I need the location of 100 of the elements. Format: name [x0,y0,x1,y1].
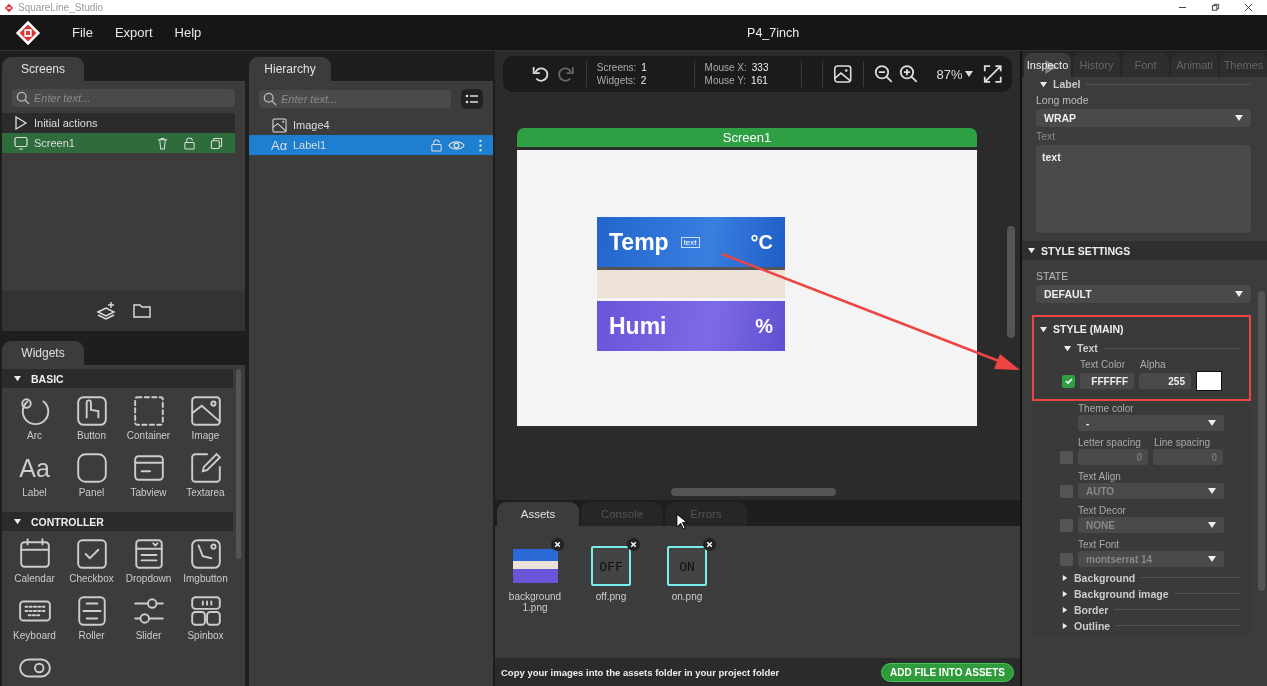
caret-icon [1208,420,1216,426]
widget-button[interactable]: Roller [63,592,120,647]
selected-label[interactable]: text [680,236,700,248]
field-label: Letter spacing [1078,436,1142,448]
alpha-field[interactable]: 255 [1139,373,1191,389]
fullscreen-icon[interactable] [982,63,1002,85]
field-label: Text [1036,130,1057,142]
theme-color-dropdown[interactable]: - [1078,415,1224,431]
widget-button[interactable]: Slider [120,592,177,647]
more-icon[interactable] [478,138,483,152]
widget-button[interactable]: Panel [63,449,120,504]
zoom-in-icon[interactable] [899,63,919,85]
copy-icon[interactable] [210,136,223,150]
banner-unit: °C [750,230,773,254]
stat-label: Widgets: [596,74,636,87]
checkbox[interactable] [1060,518,1073,532]
list-view-button[interactable] [461,89,483,109]
restore-icon[interactable] [1211,3,1220,12]
stat-label: Mouse X: [704,61,747,74]
scrollbar-thumb[interactable] [1007,226,1015,338]
checkbox[interactable] [1060,484,1073,498]
hierarchy-item[interactable]: Image4 [249,115,493,135]
panel-tab[interactable]: Hierarchy [249,57,331,81]
stat-value: 161 [751,74,768,87]
widget-button[interactable]: Tabview [120,449,177,504]
panel-tab[interactable]: Screens [2,57,84,81]
widget-button[interactable]: Calendar [6,535,63,590]
screen-list-item[interactable]: Initial actions [2,113,235,133]
section-header[interactable]: STYLE (MAIN) [1053,323,1124,335]
widget-button[interactable]: Textarea [177,449,233,504]
mouse-cursor-icon [676,513,687,530]
widget-button[interactable]: Aa Label [6,449,63,504]
widget-group-header[interactable]: BASIC [2,369,233,388]
menu-item[interactable]: File [72,25,93,40]
widget-button[interactable]: Dropdown [120,535,177,590]
search-field[interactable]: Enter text... [12,89,235,107]
field-label: Theme color [1078,402,1134,414]
text-field[interactable]: text [1036,145,1251,233]
color-swatch[interactable] [1196,371,1222,391]
caret-down-icon [1040,80,1047,88]
caret-down-icon [1040,325,1047,333]
checkbox[interactable] [1062,374,1075,388]
add-screen-icon[interactable] [95,301,116,321]
textarea-icon [188,451,223,485]
scrollbar-thumb[interactable] [236,369,241,559]
panel-tab[interactable]: Widgets [2,341,84,365]
field-label: Alpha [1140,358,1166,370]
widget-button[interactable]: Button [63,392,120,447]
inspector-tab[interactable]: Inspecto [1024,53,1071,77]
close-icon[interactable] [1244,3,1253,12]
panel-tab[interactable]: Assets [497,502,579,526]
checkbox[interactable] [1060,450,1073,464]
trash-icon[interactable] [156,136,169,150]
assets-hint: Copy your images into the assets folder in your project folder [501,666,780,678]
banner-unit: % [755,314,773,338]
widget-button[interactable]: Image [177,392,233,447]
widget-button[interactable]: Spinbox [177,592,233,647]
image-thumbnail[interactable] [512,549,558,583]
menu-item[interactable]: Export [114,25,153,40]
remove-icon[interactable] [551,538,564,551]
section-title[interactable]: Background [1074,571,1136,584]
image-icon [188,394,223,428]
window-title: SquareLine_Studio [18,2,104,13]
zoom-out-icon[interactable] [873,63,893,85]
field-label: STATE [1036,270,1070,282]
widget-button[interactable]: Checkbox [63,535,120,590]
scrollbar-thumb[interactable] [671,488,836,496]
widget-button[interactable]: Arc [6,392,63,447]
unlock-icon[interactable] [430,138,443,152]
widget-button[interactable]: Imgbutton [177,535,233,590]
screen-list-item[interactable]: Screen1 [2,133,235,153]
section-title[interactable]: Label [1053,78,1081,90]
menu-item[interactable]: Help [174,25,202,40]
remove-icon[interactable] [627,538,640,551]
field-label: Text Align [1078,470,1121,482]
state-dropdown[interactable]: DEFAULT [1036,285,1251,303]
section-title[interactable]: Border [1074,603,1109,616]
add-file-button[interactable]: ADD FILE INTO ASSETS [881,662,1014,682]
section-title[interactable]: Outline [1074,619,1111,632]
folder-icon[interactable] [131,301,152,321]
caret-icon [1235,291,1243,297]
widget-button[interactable]: Container [120,392,177,447]
search-icon [16,91,30,105]
widget-group-header[interactable]: CONTROLLER [2,512,233,531]
checkbox[interactable] [1060,552,1073,566]
caret-down-icon [14,518,21,525]
unlock-icon[interactable] [183,136,196,150]
remove-icon[interactable] [703,538,716,551]
screen-title-bar: Screen1 [517,128,977,147]
widget-button[interactable]: Keyboard [6,592,63,647]
scrollbar-thumb[interactable] [1258,291,1265,591]
zoom-dropdown[interactable]: 87% [936,66,973,82]
container-icon [131,394,166,428]
long-mode-dropdown[interactable]: WRAP [1036,109,1251,127]
image-icon[interactable] [833,63,853,85]
search-icon [263,92,277,106]
section-title[interactable]: Text [1077,342,1098,354]
section-title[interactable]: Background image [1074,587,1169,600]
hex-field[interactable]: FFFFFF [1080,373,1134,389]
search-field[interactable]: Enter text... [259,90,451,108]
